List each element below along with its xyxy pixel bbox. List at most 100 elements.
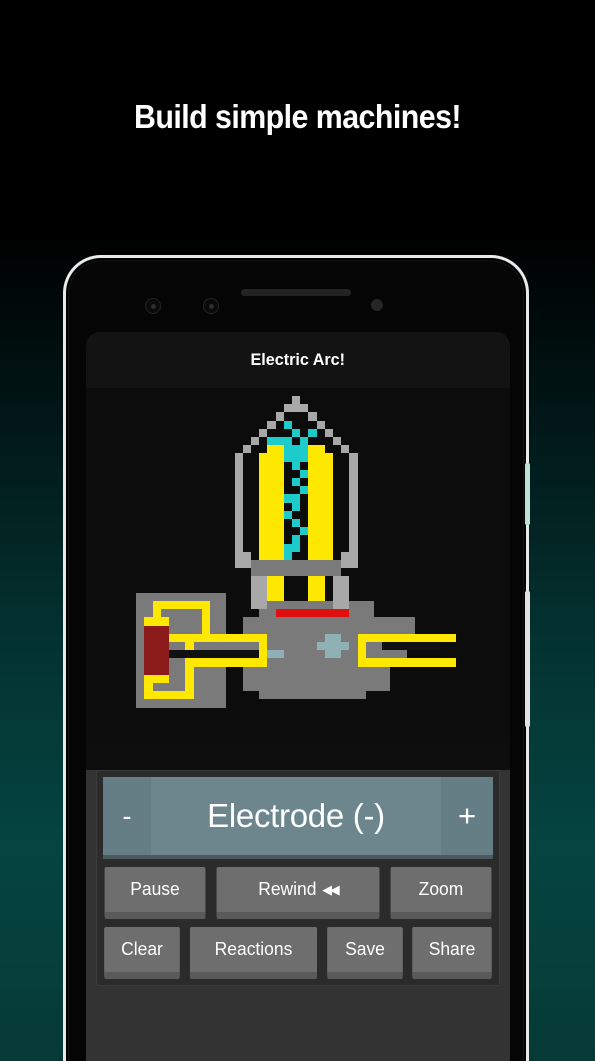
button-row-actions: Clear Reactions Save Share — [103, 927, 493, 979]
clear-button-label: Clear — [121, 939, 163, 959]
share-button[interactable]: Share — [412, 927, 492, 979]
electrode-left — [267, 445, 284, 577]
volume-rocker-button[interactable] — [525, 463, 530, 525]
electric-arc-spark — [283, 510, 292, 519]
save-button[interactable]: Save — [327, 927, 403, 979]
electric-arc-spark — [300, 486, 309, 495]
selector-value-label[interactable]: Electrode (-) — [151, 777, 441, 855]
bulb-socket — [251, 560, 342, 577]
control-panel: - Electrode (-) + Pause Rewind ◀◀ Zoom C… — [96, 770, 500, 986]
proximity-sensor-dot — [371, 299, 383, 311]
power-button[interactable] — [525, 591, 530, 727]
bulb-dome — [341, 445, 350, 454]
bulb-dome — [267, 420, 276, 429]
rewind-button-label: Rewind — [258, 879, 317, 899]
wire-circuit — [365, 633, 456, 642]
bulb-dome — [349, 453, 358, 552]
bulb-dome — [316, 420, 325, 429]
save-button-label: Save — [345, 939, 385, 959]
electric-arc-spark — [267, 437, 284, 446]
electric-arc-spark — [300, 527, 309, 536]
wire-circuit — [201, 601, 210, 634]
electric-arc-spark — [283, 551, 292, 560]
electric-arc-spark — [292, 461, 301, 470]
machine-base — [242, 617, 391, 634]
zoom-button-label: Zoom — [418, 879, 464, 899]
pause-button-label: Pause — [130, 879, 180, 899]
bulb-dome — [333, 437, 342, 446]
electrode-foot — [251, 576, 268, 610]
electrode-left — [259, 453, 268, 569]
battery-resistor — [144, 625, 169, 675]
bulb-dome — [308, 412, 317, 421]
battery-terminal — [144, 674, 169, 683]
zoom-button[interactable]: Zoom — [390, 867, 492, 919]
electric-arc-spark — [292, 494, 301, 503]
page-title: Build simple machines! — [134, 98, 462, 135]
electric-arc-spark — [292, 535, 301, 544]
controls-area: - Electrode (-) + Pause Rewind ◀◀ Zoom C… — [86, 770, 510, 1061]
electric-arc-spark — [292, 428, 301, 437]
pause-button[interactable]: Pause — [104, 867, 206, 919]
bulb-dome — [341, 551, 358, 569]
simulation-canvas[interactable] — [86, 388, 510, 743]
bulb-dome — [275, 412, 284, 421]
clear-button[interactable]: Clear — [104, 927, 180, 979]
bulb-dome — [251, 437, 260, 446]
electric-arc-spark — [292, 453, 301, 462]
camera-lens-icon — [145, 298, 161, 314]
wire-gap — [382, 642, 440, 651]
electric-arc-spark — [308, 428, 317, 437]
bulb-dome — [242, 445, 251, 454]
bulb-dome — [234, 551, 251, 569]
wire-circuit — [185, 658, 268, 667]
app-title: Electric Arc! — [250, 350, 346, 369]
rewind-icon: ◀◀ — [322, 881, 339, 897]
camera-lens-icon — [203, 298, 219, 314]
wire-circuit — [365, 658, 456, 667]
selector-decrement-button[interactable]: - — [103, 777, 151, 855]
electric-arc-spark — [292, 543, 301, 552]
promo-screenshot: Build simple machines! Electric Arc! - E… — [0, 0, 595, 1061]
bulb-dome — [292, 396, 301, 405]
electric-arc-spark — [292, 478, 301, 487]
earpiece-speaker — [241, 289, 351, 296]
electric-arc-spark — [283, 453, 292, 462]
share-button-label: Share — [428, 939, 476, 959]
electrode-foot — [333, 576, 350, 610]
electric-arc-spark — [283, 543, 292, 552]
bulb-dome — [259, 428, 268, 437]
reactions-button[interactable]: Reactions — [189, 927, 318, 979]
electric-arc-spark — [292, 445, 301, 454]
electric-arc-spark — [300, 469, 309, 478]
electric-arc-spark — [283, 494, 292, 503]
tool-selector[interactable]: - Electrode (-) + — [103, 777, 493, 859]
wire-circuit — [185, 633, 194, 700]
electric-arc-spark — [300, 437, 309, 446]
machine-base — [259, 691, 366, 700]
button-row-playback: Pause Rewind ◀◀ Zoom — [103, 867, 493, 919]
selector-increment-button[interactable]: + — [441, 777, 493, 855]
electric-arc-spark — [283, 420, 292, 429]
rewind-button[interactable]: Rewind ◀◀ — [216, 867, 380, 919]
bulb-dome — [283, 404, 309, 413]
electric-arc-spark — [292, 502, 301, 511]
pixel-art-scene — [128, 396, 468, 726]
wire-circuit — [259, 633, 268, 659]
app-screen: Electric Arc! - Electrode (-) + Pause Re… — [86, 332, 510, 1061]
electrode-right — [324, 453, 333, 569]
heating-element — [275, 609, 350, 618]
bulb-dome — [324, 428, 333, 437]
wire-circuit — [357, 633, 366, 667]
machine-base — [242, 666, 391, 692]
electric-arc-spark — [300, 453, 309, 462]
wire-gap — [169, 650, 260, 659]
phone-device: Electric Arc! - Electrode (-) + Pause Re… — [63, 255, 530, 1061]
electric-arc-spark — [283, 437, 292, 446]
electric-arc-spark — [300, 445, 309, 454]
electric-arc-spark — [283, 445, 292, 454]
bulb-dome — [234, 453, 243, 552]
positive-terminal — [324, 633, 342, 659]
substrate-right — [382, 617, 415, 634]
wire-circuit — [169, 633, 268, 642]
